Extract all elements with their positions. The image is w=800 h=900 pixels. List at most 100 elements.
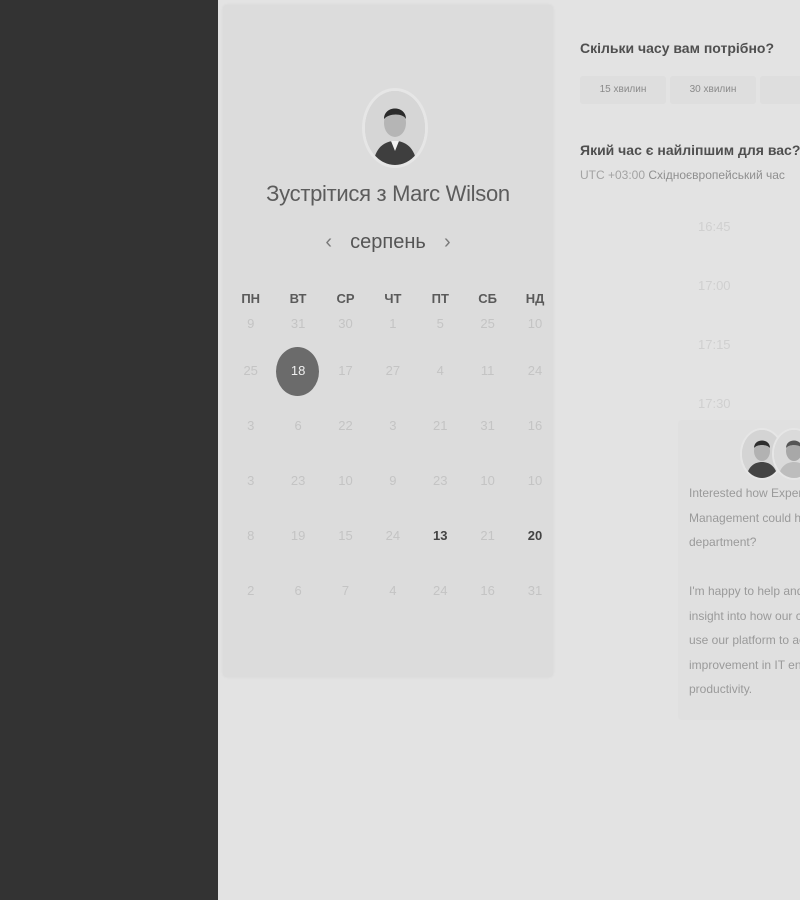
- person-icon: [774, 430, 800, 478]
- calendar-day: 7: [322, 563, 369, 618]
- calendar-day: 24: [417, 563, 464, 618]
- month-navigation: ‹ серпень ›: [223, 231, 553, 259]
- calendar-day: 31: [511, 563, 558, 618]
- calendar-day: 4: [417, 343, 464, 398]
- weekday-label: ПН: [241, 291, 261, 306]
- weekday-label: СР: [336, 291, 355, 306]
- weekday-label: ПТ: [431, 291, 449, 306]
- day-number: 27: [385, 363, 401, 378]
- duration-option-15[interactable]: 15 хвилин: [580, 76, 666, 104]
- timezone-selector[interactable]: UTC +03:00 Східноєвропейський час: [580, 168, 785, 182]
- prev-month-button[interactable]: ‹: [318, 231, 340, 254]
- calendar-day: 9: [369, 453, 416, 508]
- info-text-line: use our platform to ac: [689, 633, 800, 647]
- calendar-day: 27: [369, 343, 416, 398]
- day-number: 31: [480, 418, 495, 433]
- calendar-day: 2: [227, 563, 274, 618]
- calendar-day: 6: [274, 398, 321, 453]
- day-number: 16: [527, 418, 543, 433]
- left-panel: [0, 0, 218, 900]
- calendar-day: 21: [417, 398, 464, 453]
- day-number: 21: [433, 418, 448, 433]
- time-slot[interactable]: 17:15: [698, 329, 800, 361]
- calendar-day: 25: [227, 343, 274, 398]
- day-number: 3: [247, 418, 255, 433]
- day-number: 23: [433, 473, 448, 488]
- day-number: 3: [247, 473, 255, 488]
- info-text-line: Interested how Exper: [689, 486, 800, 500]
- day-number: 24: [433, 583, 448, 598]
- day-number: 21: [480, 528, 495, 543]
- weekday-label: НД: [525, 291, 545, 306]
- host-avatar: [362, 88, 428, 168]
- day-number: 17: [338, 363, 353, 378]
- duration-option-60[interactable]: 1: [760, 76, 800, 104]
- info-text-line: insight into how our c: [689, 609, 800, 623]
- calendar-day: 23: [417, 453, 464, 508]
- timezone-name: Східноєвропейський час: [648, 168, 785, 182]
- day-number: 9: [389, 473, 397, 488]
- day-number: 31: [290, 316, 306, 331]
- day-number: 25: [480, 316, 495, 331]
- month-label: серпень: [350, 231, 426, 253]
- day-number: 22: [338, 418, 353, 433]
- day-number: 6: [294, 418, 302, 433]
- host-photo-icon: [365, 91, 425, 165]
- day-number: 25: [243, 363, 258, 378]
- info-text-line: productivity.: [689, 682, 753, 696]
- calendar-day[interactable]: 20: [511, 508, 558, 563]
- day-number: 10: [527, 316, 543, 331]
- calendar-week: 3 6 22 3 21 31 16: [227, 398, 559, 453]
- time-slot[interactable]: 17:30: [698, 388, 800, 420]
- day-number: 19: [290, 528, 306, 543]
- day-number: 20: [527, 528, 543, 543]
- timezone-offset: UTC +03:00: [580, 168, 646, 182]
- next-month-button[interactable]: ›: [436, 231, 458, 254]
- calendar-day: 1: [369, 305, 416, 343]
- calendar-day: 31: [464, 398, 511, 453]
- main-content: Зустрітися з Marc Wilson ‹ серпень › ПН …: [218, 0, 800, 900]
- calendar-week: 2 6 7 4 24 16 31: [227, 563, 559, 618]
- info-text-line: Management could he: [689, 511, 800, 525]
- time-slot[interactable]: 16:45: [698, 211, 800, 243]
- day-number: 7: [341, 583, 350, 598]
- day-number: 24: [527, 363, 543, 378]
- day-number: 11: [480, 363, 495, 378]
- weekday-header: ПН ВТ СР ЧТ ПТ СБ НД: [227, 291, 559, 306]
- calendar-day: 9: [227, 305, 274, 343]
- day-number: 6: [294, 583, 302, 598]
- calendar-week: 9 31 30 1 5 25 10: [227, 305, 559, 343]
- weekday-label: ЧТ: [384, 291, 402, 306]
- calendar-day: 19: [274, 508, 321, 563]
- day-number: 9: [247, 316, 255, 331]
- duration-option-30[interactable]: 30 хвилин: [670, 76, 756, 104]
- calendar-day: 23: [274, 453, 321, 508]
- info-text-line: department?: [689, 535, 757, 549]
- calendar-grid: 9 31 30 1 5 25 10 25 18 17 27 4 11 24 3 6 22 3 21 31 16 3 23 10…: [227, 305, 559, 618]
- calendar-day[interactable]: 13: [417, 508, 464, 563]
- calendar-day: 15: [322, 508, 369, 563]
- day-number: 1: [389, 316, 397, 331]
- weekday-label: СБ: [478, 291, 498, 306]
- day-number: 3: [389, 418, 397, 433]
- calendar-day: 4: [369, 563, 416, 618]
- booking-card: Зустрітися з Marc Wilson ‹ серпень › ПН …: [223, 5, 553, 677]
- calendar-day: 17: [322, 343, 369, 398]
- day-number: 5: [436, 316, 444, 331]
- calendar-day: 11: [464, 343, 511, 398]
- info-text-line: improvement in IT en: [689, 658, 800, 672]
- calendar-day: 3: [227, 453, 274, 508]
- selected-day[interactable]: 18: [274, 343, 321, 398]
- calendar-day: 25: [464, 305, 511, 343]
- day-number: 30: [338, 316, 353, 331]
- calendar-day: 3: [227, 398, 274, 453]
- calendar-day: 16: [511, 398, 558, 453]
- time-question: Який час є найліпшим для вас?: [580, 142, 800, 158]
- day-number: 31: [527, 583, 543, 598]
- calendar-day: 31: [274, 305, 321, 343]
- day-number: 4: [436, 363, 444, 378]
- weekday-label: ВТ: [289, 291, 307, 306]
- calendar-week: 8 19 15 24 13 21 20: [227, 508, 559, 563]
- time-slot[interactable]: 17:00: [698, 270, 800, 302]
- calendar-day: 30: [322, 305, 369, 343]
